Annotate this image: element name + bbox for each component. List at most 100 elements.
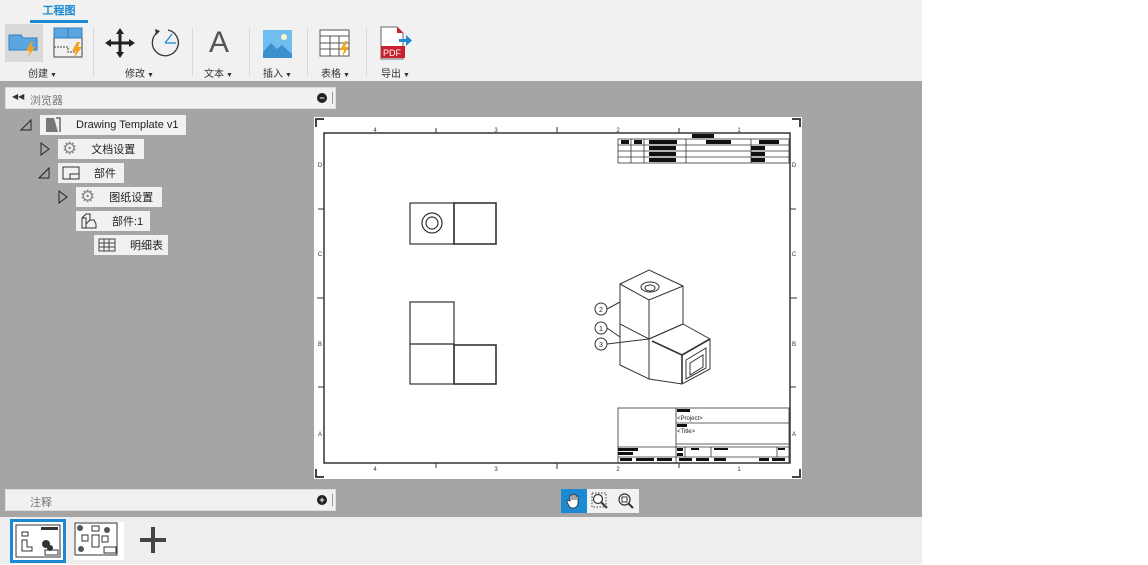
browser-title: 浏览器 xyxy=(30,95,63,107)
tree-item-assembly[interactable]: 部件 xyxy=(58,163,124,183)
table-button[interactable] xyxy=(316,24,354,62)
zoom-window-icon xyxy=(591,492,608,509)
zone-label: A xyxy=(318,432,322,438)
zone-label: B xyxy=(318,342,322,348)
modify-group: 修改 ▼ xyxy=(101,24,185,80)
zoom-fit-button[interactable] xyxy=(613,489,639,513)
caret-down-icon: ▼ xyxy=(147,72,154,79)
text-menu[interactable]: 文本 ▼ xyxy=(204,65,233,80)
sheet-tabs-bar xyxy=(0,517,922,564)
isometric-view[interactable] xyxy=(619,269,711,385)
separator xyxy=(366,28,367,76)
text-button[interactable]: A xyxy=(200,24,238,62)
tree-item-parts-list[interactable]: 明细表 xyxy=(94,235,168,255)
text-icon: A xyxy=(208,26,229,59)
insert-menu[interactable]: 插入 ▼ xyxy=(263,65,292,80)
collapse-minus-icon[interactable]: − xyxy=(317,93,327,103)
tree-item-label: 部件:1 xyxy=(112,216,144,228)
pdf-export-icon: PDF xyxy=(380,26,412,60)
insert-image-button[interactable] xyxy=(258,24,296,62)
balloon-label: 3 xyxy=(599,342,603,349)
tree-item-label: 文档设置 xyxy=(91,144,136,156)
view-controls xyxy=(561,489,639,513)
table-icon xyxy=(319,29,350,57)
balloon-label: 2 xyxy=(599,307,603,314)
panel-resize-grip[interactable] xyxy=(332,494,333,506)
zone-label: C xyxy=(318,252,323,258)
base-view-button[interactable] xyxy=(5,24,43,62)
sheet-thumbnail-2[interactable] xyxy=(74,522,124,560)
table-label: 表格 xyxy=(321,69,341,80)
move-button[interactable] xyxy=(101,24,139,62)
sheet-icon xyxy=(62,164,80,182)
gear-icon: ⚙ xyxy=(80,187,96,206)
separator xyxy=(93,28,94,76)
pdf-label: PDF xyxy=(383,48,402,58)
separator xyxy=(249,28,250,76)
projected-view-icon xyxy=(53,27,83,58)
browser-panel-header: ◀◀ 浏览器 − xyxy=(5,87,336,109)
modify-menu[interactable]: 修改 ▼ xyxy=(125,65,154,80)
title-block[interactable] xyxy=(617,407,790,464)
zoom-window-button[interactable] xyxy=(587,489,613,513)
tree-item-document-settings[interactable]: ⚙ 文档设置 xyxy=(58,139,144,159)
tree-item-assembly-view[interactable]: 部件:1 xyxy=(76,211,150,231)
front-view[interactable] xyxy=(409,301,497,385)
create-label: 创建 xyxy=(28,69,48,80)
drawing-icon xyxy=(44,116,62,134)
export-pdf-button[interactable]: PDF xyxy=(376,24,414,62)
title-field: <Title> xyxy=(677,429,696,435)
drawing-workspace: 工程图 创建 ▼ 修改 ▼ A 文本 ▼ 插入 ▼ 表格 ▼ PDF 导出 ▼ … xyxy=(0,0,922,564)
add-sheet-button[interactable] xyxy=(138,524,168,556)
balloons xyxy=(594,301,650,351)
projected-view-button[interactable] xyxy=(49,24,87,62)
collapse-panel-icon[interactable]: ◀◀ xyxy=(12,92,24,101)
caret-down-icon: ▼ xyxy=(343,72,350,79)
top-view[interactable] xyxy=(409,202,497,245)
zone-label: 4 xyxy=(373,467,377,473)
zone-label: 2 xyxy=(616,467,620,473)
drawing-sheet[interactable]: 4 3 2 1 4 3 2 1 D C B A D C B A 2 1 3 <P… xyxy=(314,117,802,479)
annotations-title: 注释 xyxy=(30,497,52,509)
component-view-icon xyxy=(80,212,98,230)
zoom-fit-icon xyxy=(618,493,634,509)
collapsed-triangle-icon[interactable] xyxy=(39,142,51,156)
expand-plus-icon[interactable]: + xyxy=(317,495,327,505)
move-icon xyxy=(105,28,135,58)
crop-mark xyxy=(315,118,324,127)
drawing-canvas: 4 3 2 1 4 3 2 1 D C B A D C B A 2 1 3 <P… xyxy=(315,118,801,478)
insert-group: 插入 ▼ xyxy=(258,24,298,80)
sheet-preview-icon xyxy=(15,524,61,558)
pan-button[interactable] xyxy=(561,489,587,513)
plus-icon xyxy=(140,527,166,553)
caret-down-icon: ▼ xyxy=(285,72,292,79)
export-label: 导出 xyxy=(381,69,401,80)
image-icon xyxy=(263,30,292,58)
text-label: 文本 xyxy=(204,69,224,80)
zone-label: B xyxy=(792,342,796,348)
separator xyxy=(307,28,308,76)
expanded-triangle-icon[interactable] xyxy=(20,118,32,132)
hand-icon xyxy=(566,493,579,509)
zone-ticks xyxy=(317,127,797,469)
create-group: 创建 ▼ xyxy=(5,24,89,80)
ribbon-toolbar: 工程图 创建 ▼ 修改 ▼ A 文本 ▼ 插入 ▼ 表格 ▼ PDF 导出 ▼ xyxy=(0,0,922,81)
tree-item-drawing-template[interactable]: Drawing Template v1 xyxy=(40,115,186,135)
tree-item-sheet-settings[interactable]: ⚙ 图纸设置 xyxy=(76,187,162,207)
zone-label: D xyxy=(792,163,797,169)
expanded-triangle-icon[interactable] xyxy=(38,166,50,180)
export-menu[interactable]: 导出 ▼ xyxy=(381,65,410,80)
crop-mark xyxy=(792,469,801,478)
zone-label: 1 xyxy=(737,467,741,473)
export-group: PDF 导出 ▼ xyxy=(376,24,416,80)
collapsed-triangle-icon[interactable] xyxy=(57,190,69,204)
gear-icon: ⚙ xyxy=(62,139,78,158)
text-group: A 文本 ▼ xyxy=(200,24,240,80)
sheet-thumbnail-1[interactable] xyxy=(10,519,66,563)
crop-mark xyxy=(792,118,801,127)
rotate-button[interactable] xyxy=(145,24,183,62)
create-menu[interactable]: 创建 ▼ xyxy=(28,65,57,80)
table-menu[interactable]: 表格 ▼ xyxy=(321,65,350,80)
panel-resize-grip[interactable] xyxy=(332,92,333,104)
tree-item-label: 明细表 xyxy=(130,240,163,252)
